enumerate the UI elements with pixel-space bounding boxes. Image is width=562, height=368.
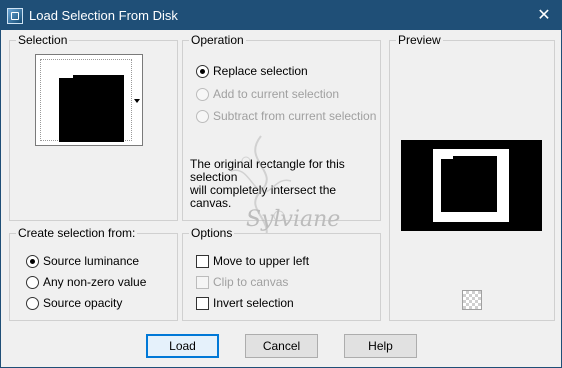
selection-thumbnail-image	[59, 75, 124, 142]
radio-label: Subtract from current selection	[213, 109, 377, 123]
radio-button-icon[interactable]	[26, 275, 39, 289]
radio-button-icon[interactable]	[196, 87, 209, 101]
window-title: Load Selection From Disk	[29, 8, 178, 23]
selection-group-label: Selection	[16, 33, 70, 47]
cancel-button-label: Cancel	[262, 339, 301, 353]
radio-replace-selection[interactable]: Replace selection	[196, 64, 308, 78]
radio-any-non-zero[interactable]: Any non-zero value	[26, 275, 146, 289]
checkbox-icon[interactable]	[196, 275, 209, 289]
checkbox-icon[interactable]	[196, 254, 209, 268]
operation-group-label: Operation	[189, 33, 246, 47]
radio-button-icon[interactable]	[26, 296, 39, 310]
preview-group-label: Preview	[396, 33, 443, 47]
load-button[interactable]: Load	[146, 334, 219, 358]
chevron-down-icon[interactable]	[134, 99, 140, 103]
checkbox-label: Move to upper left	[213, 254, 310, 268]
radio-label: Add to current selection	[213, 87, 340, 101]
transparency-toggle-icon[interactable]	[462, 290, 482, 310]
dialog-window: Load Selection From Disk ✕ Selection Ope…	[0, 0, 562, 368]
close-icon: ✕	[537, 7, 551, 24]
help-button[interactable]: Help	[344, 334, 417, 358]
radio-button-icon[interactable]	[196, 109, 209, 123]
checkbox-invert-selection[interactable]: Invert selection	[196, 296, 294, 310]
radio-source-luminance[interactable]: Source luminance	[26, 254, 139, 268]
title-bar: Load Selection From Disk ✕	[1, 1, 561, 30]
checkbox-label: Clip to canvas	[213, 275, 289, 289]
preview-canvas	[401, 140, 542, 231]
radio-label: Source opacity	[43, 296, 123, 310]
load-button-label: Load	[169, 339, 196, 353]
checkbox-clip-to-canvas[interactable]: Clip to canvas	[196, 275, 288, 289]
radio-add-to-selection[interactable]: Add to current selection	[196, 87, 339, 101]
preview-selection-frame	[433, 149, 509, 222]
help-button-label: Help	[368, 339, 393, 353]
selection-thumbnail-picker[interactable]	[35, 54, 143, 146]
app-icon	[7, 7, 23, 24]
radio-label: Any non-zero value	[43, 275, 147, 289]
radio-label: Replace selection	[213, 64, 308, 78]
radio-subtract-from-selection[interactable]: Subtract from current selection	[196, 109, 376, 123]
checkbox-label: Invert selection	[213, 296, 294, 310]
radio-label: Source luminance	[43, 254, 140, 268]
radio-button-icon[interactable]	[26, 254, 39, 268]
watermark-text: Sylviane	[246, 207, 341, 232]
options-group-label: Options	[189, 226, 235, 240]
cancel-button[interactable]: Cancel	[245, 334, 318, 358]
radio-source-opacity[interactable]: Source opacity	[26, 296, 122, 310]
selection-thumbnail	[40, 59, 132, 142]
radio-button-icon[interactable]	[196, 64, 209, 78]
checkbox-icon[interactable]	[196, 296, 209, 310]
create-from-group-label: Create selection from:	[16, 226, 138, 240]
close-button[interactable]: ✕	[533, 5, 555, 25]
checkbox-move-to-upper-left[interactable]: Move to upper left	[196, 254, 309, 268]
preview-selection-image	[441, 156, 497, 212]
